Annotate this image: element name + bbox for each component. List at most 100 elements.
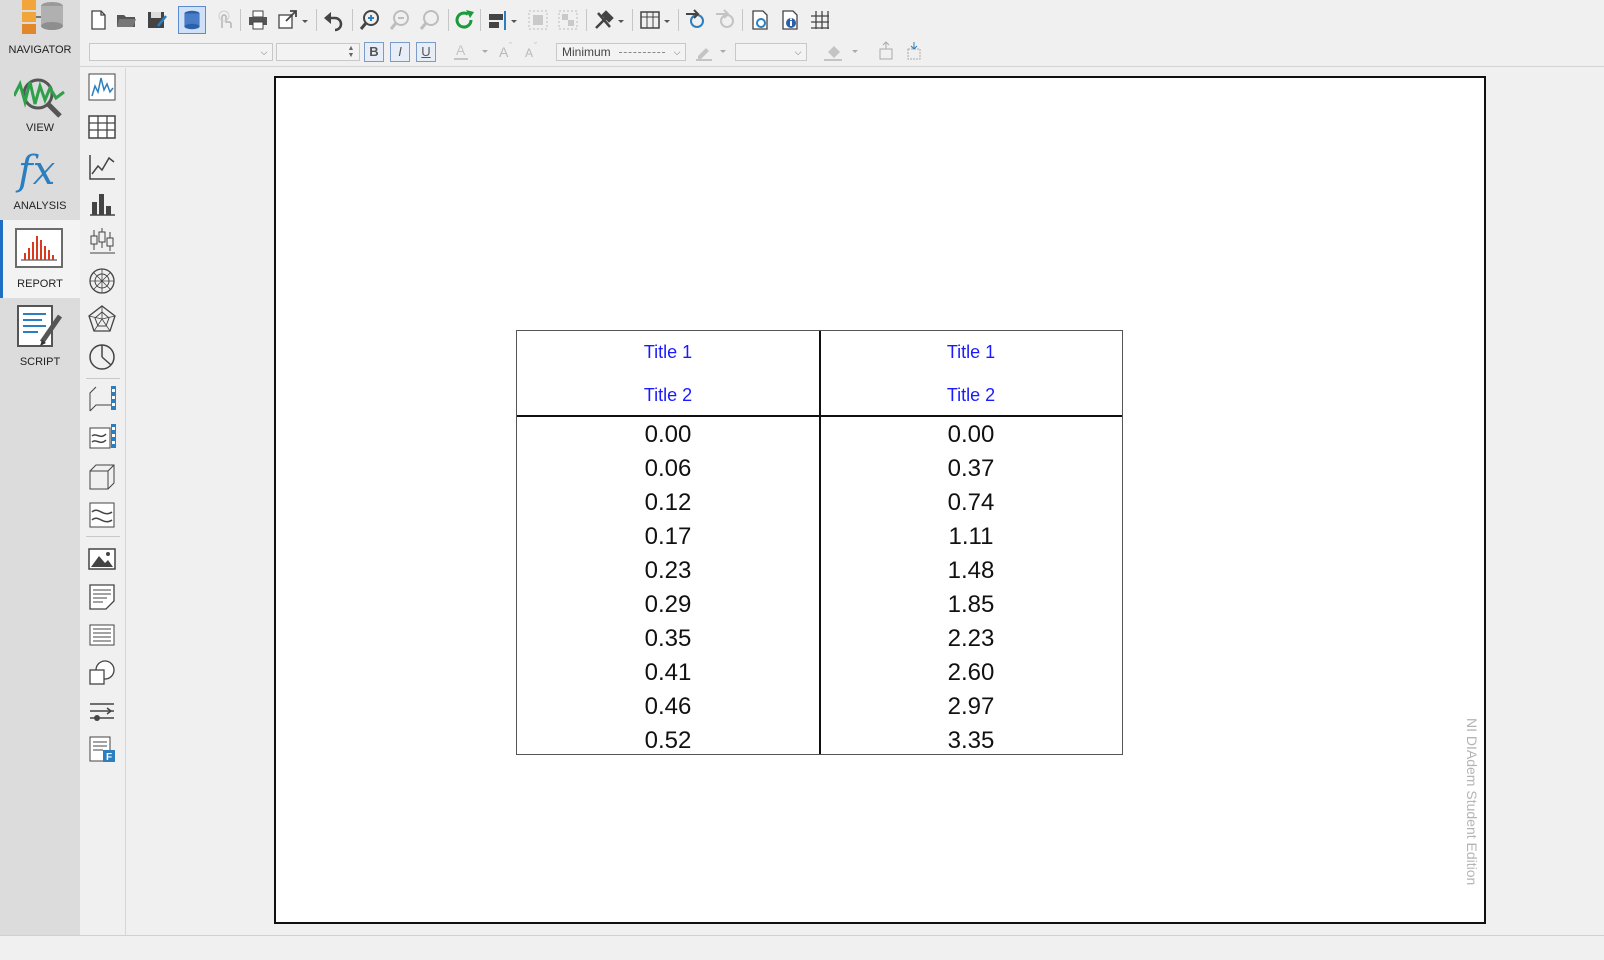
navigator-icon — [20, 0, 64, 40]
underline-button[interactable]: U — [416, 42, 436, 62]
font-family-select[interactable]: ⌵ — [89, 43, 273, 61]
toolbox-separator — [86, 378, 120, 379]
group-icon[interactable] — [526, 8, 550, 32]
bring-to-front-icon[interactable] — [876, 40, 896, 62]
table-cell: 0.29 — [644, 591, 692, 618]
touch-mode-icon[interactable] — [212, 8, 236, 32]
new-file-icon[interactable] — [86, 8, 110, 32]
table-cell: 0.74 — [947, 489, 995, 516]
chevron-down-icon: ⌵ — [794, 47, 802, 57]
italic-button[interactable]: I — [390, 42, 410, 62]
line-style-select[interactable]: ⌵ — [735, 43, 807, 61]
nav-analysis-button[interactable]: fx ANALYSIS — [0, 148, 80, 226]
text-box-icon[interactable] — [87, 582, 117, 612]
spinner-arrows-icon: ▲ ▼ — [347, 45, 355, 59]
send-to-back-icon[interactable] — [904, 40, 924, 62]
channel-mapping-icon[interactable] — [684, 8, 708, 32]
report-table[interactable]: Title 1 Title 2 0.00 0.06 0.12 0.17 0.23… — [516, 330, 1123, 755]
toolbar-separator — [632, 9, 633, 31]
toolbar-separator — [480, 9, 481, 31]
svg-text:ˆ: ˆ — [509, 41, 512, 51]
zoom-fit-icon[interactable] — [418, 8, 442, 32]
chevron-down-icon: ⌵ — [673, 47, 681, 57]
nav-script-button[interactable]: SCRIPT — [0, 300, 80, 378]
bar-chart-icon[interactable] — [87, 188, 117, 218]
chevron-down-icon: ⌵ — [260, 47, 268, 57]
print-icon[interactable] — [246, 8, 270, 32]
svg-text:A: A — [456, 42, 466, 58]
2d-axis-system-icon[interactable] — [87, 72, 117, 102]
line-width-label: Minimum — [562, 45, 611, 59]
svg-text:F: F — [106, 752, 112, 763]
text-list-icon[interactable] — [87, 620, 117, 650]
3d-surface-icon[interactable] — [87, 422, 117, 452]
line-preview-icon — [619, 52, 665, 54]
toolbar-separator — [240, 9, 241, 31]
form-icon[interactable]: F — [87, 734, 117, 764]
toolbar-separator — [742, 9, 743, 31]
line-chart-icon[interactable] — [87, 152, 117, 182]
channel-mapping-disabled-icon[interactable] — [714, 8, 738, 32]
pie-chart-icon[interactable] — [87, 342, 117, 372]
module-navigation-rail: NAVIGATOR VIEW fx ANALYSIS REPORT SCRIPT — [0, 0, 80, 959]
table-cell: 0.37 — [947, 455, 995, 482]
polar-plot-icon[interactable] — [87, 266, 117, 296]
bold-button[interactable]: B — [364, 42, 384, 62]
zoom-in-icon[interactable] — [358, 8, 382, 32]
tools-dropdown-icon[interactable] — [592, 8, 626, 32]
toolbar-separator — [352, 9, 353, 31]
svg-text:A: A — [499, 44, 509, 60]
main-toolbar — [80, 0, 1604, 40]
data-store-toggle-icon[interactable] — [178, 6, 206, 34]
table-cell: 0.52 — [644, 727, 692, 754]
font-color-icon[interactable]: A — [452, 40, 492, 62]
control-sliders-icon[interactable] — [87, 696, 117, 726]
table-icon[interactable] — [87, 112, 117, 142]
svg-text:ˇ: ˇ — [534, 41, 537, 51]
line-width-select[interactable]: Minimum ⌵ — [556, 43, 686, 61]
nav-navigator-label: NAVIGATOR — [8, 44, 72, 56]
nav-navigator-button[interactable]: NAVIGATOR — [0, 0, 80, 78]
decrease-font-icon[interactable]: Aˇ — [524, 40, 544, 62]
table-cell: 1.48 — [947, 557, 995, 584]
ungroup-icon[interactable] — [556, 8, 580, 32]
nav-view-button[interactable]: VIEW — [0, 70, 80, 148]
export-dropdown-icon[interactable] — [276, 8, 310, 32]
3d-axis-system-icon[interactable] — [87, 384, 117, 414]
nav-report-button[interactable]: REPORT — [0, 220, 80, 298]
3d-contour-icon[interactable] — [87, 500, 117, 530]
radar-chart-icon[interactable] — [87, 304, 117, 334]
refresh-icon[interactable] — [452, 8, 476, 32]
undo-icon[interactable] — [321, 8, 345, 32]
box-plot-icon[interactable] — [87, 226, 117, 256]
increase-font-icon[interactable]: Aˆ — [498, 40, 518, 62]
column-1-title-2: Title 2 — [643, 385, 693, 405]
watermark-text: NI DIAdem Student Edition — [1464, 718, 1480, 886]
font-size-spinner[interactable]: ▲ ▼ — [276, 43, 360, 61]
toolbar-separator — [678, 9, 679, 31]
table-cell: 0.00 — [947, 421, 995, 448]
open-folder-icon[interactable] — [114, 8, 138, 32]
nav-script-label: SCRIPT — [19, 356, 61, 368]
page-info-icon[interactable] — [778, 8, 802, 32]
table-cell: 1.85 — [947, 591, 995, 618]
column-1-title-1: Title 1 — [643, 342, 693, 362]
table-cell: 0.46 — [644, 693, 692, 720]
table-layout-dropdown-icon[interactable] — [638, 8, 674, 32]
grid-icon[interactable] — [808, 8, 832, 32]
fill-color-icon[interactable] — [822, 40, 862, 62]
page-settings-icon[interactable] — [748, 8, 772, 32]
script-icon — [16, 304, 64, 348]
table-cell: 1.11 — [948, 523, 994, 550]
save-icon[interactable] — [144, 8, 168, 32]
line-color-icon[interactable] — [694, 40, 730, 62]
shape-icon[interactable] — [87, 658, 117, 688]
zoom-out-icon[interactable] — [388, 8, 412, 32]
table-column-2[interactable]: Title 1 Title 2 0.00 0.37 0.74 1.11 1.48… — [820, 331, 1122, 754]
image-icon[interactable] — [87, 544, 117, 574]
table-column-1[interactable]: Title 1 Title 2 0.00 0.06 0.12 0.17 0.23… — [517, 331, 819, 754]
table-cell: 0.12 — [644, 489, 692, 516]
align-dropdown-icon[interactable] — [486, 8, 520, 32]
3d-box-icon[interactable] — [87, 462, 117, 492]
nav-report-label: REPORT — [17, 278, 63, 290]
